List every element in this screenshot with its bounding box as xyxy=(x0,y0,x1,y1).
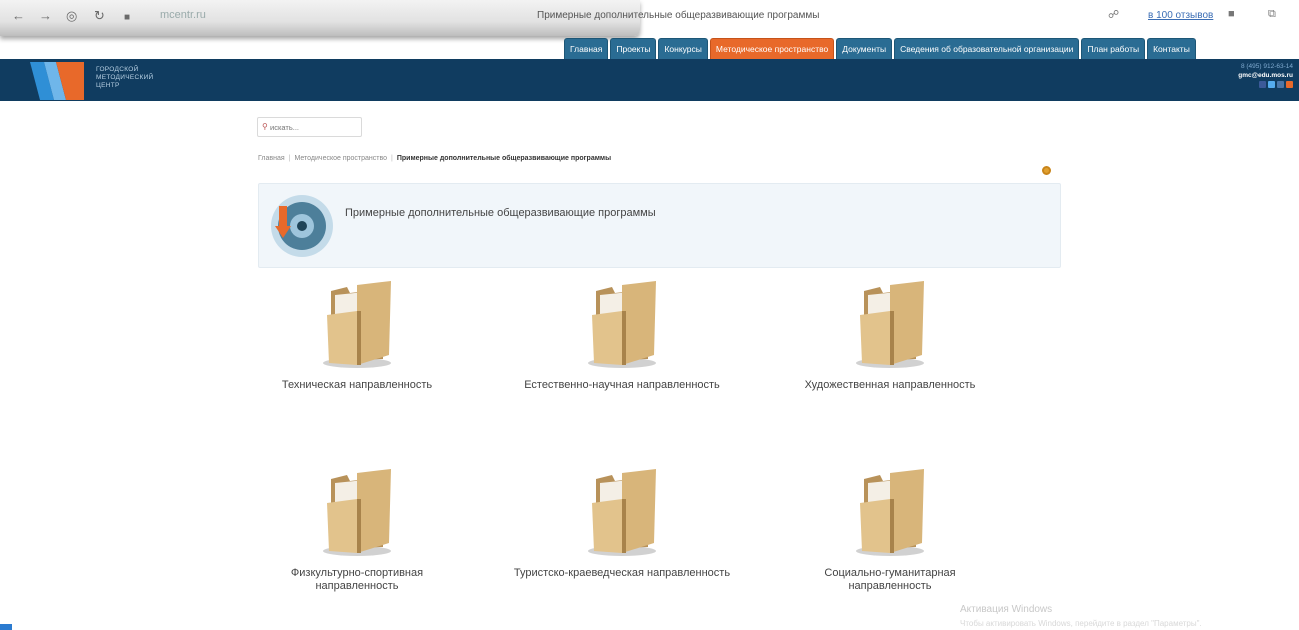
header-contacts: 8 (495) 912-63-14 gmc@edu.mos.ru xyxy=(1238,62,1293,88)
folder-label[interactable]: Естественно-научная направленность xyxy=(495,379,750,392)
folder-label[interactable]: Туристско-краеведческая направленность xyxy=(487,567,757,580)
settings-icon[interactable] xyxy=(1042,166,1051,175)
extension-icon[interactable]: ◎ xyxy=(66,8,77,24)
windows-activation-subtitle: Чтобы активировать Windows, перейдите в … xyxy=(960,619,1202,628)
reload-icon[interactable]: ↻ xyxy=(94,8,105,24)
downloads-icon[interactable]: ⧉ xyxy=(1268,8,1276,21)
folder-label[interactable]: Физкультурно-спортивная направленность xyxy=(270,567,445,593)
main-menu: Главная Проекты Конкурсы Методическое прост… xyxy=(562,38,1196,59)
forward-icon[interactable]: → xyxy=(39,8,52,24)
menu-item-1[interactable]: Проекты xyxy=(610,38,657,59)
email-link[interactable]: gmc@edu.mos.ru xyxy=(1238,71,1293,80)
page-title: Примерные дополнительные общеразвивающие… xyxy=(345,207,656,219)
folder-label[interactable]: Художественная направленность xyxy=(780,379,1000,392)
address-bar[interactable]: mcentr.ru xyxy=(160,9,206,21)
folder-item[interactable]: Техническая направленность xyxy=(270,281,445,392)
folder-icon xyxy=(790,469,990,557)
folder-icon xyxy=(487,469,757,557)
breadcrumb-current: Примерные дополнительные общеразвивающие… xyxy=(396,155,612,162)
browser-chrome: ← → ◎ ↻ ■ mcentr.ru Примерные дополнител… xyxy=(0,0,1299,36)
menu-item-6[interactable]: План работы xyxy=(1081,38,1146,59)
vk-icon[interactable] xyxy=(1277,81,1284,88)
page-tab-title: Примерные дополнительные общеразвивающие… xyxy=(537,10,820,21)
folder-icon xyxy=(270,281,445,369)
folder-item[interactable]: Художественная направленность xyxy=(780,281,1000,392)
windows-activation-title: Активация Windows xyxy=(960,604,1053,615)
breadcrumb-home[interactable]: Главная xyxy=(258,155,285,162)
breadcrumb: Главная | Методическое пространство | Пример… xyxy=(258,155,612,162)
folder-item[interactable]: Естественно-научная направленность xyxy=(495,281,750,392)
breadcrumb-method-space[interactable]: Методическое пространство xyxy=(294,155,387,162)
menu-item-0[interactable]: Главная xyxy=(564,38,609,59)
category-header xyxy=(258,183,1061,268)
folder-label[interactable]: Социально-гуманитарная направленность xyxy=(790,567,990,593)
search-icon: ⚲ xyxy=(262,122,268,131)
search-box: ⚲ xyxy=(257,117,362,137)
folder-item[interactable]: Социально-гуманитарная направленность xyxy=(790,469,990,593)
folder-icon xyxy=(780,281,1000,369)
folder-icon xyxy=(270,469,445,557)
category-disc-icon xyxy=(271,195,333,257)
folder-item[interactable]: Туристско-краеведческая направленность xyxy=(487,469,757,580)
site-header xyxy=(0,59,1299,101)
taskbar-edge xyxy=(0,624,12,630)
twitter-icon[interactable] xyxy=(1268,81,1275,88)
reviews-link[interactable]: в 100 отзывов xyxy=(1148,10,1213,21)
folder-label[interactable]: Техническая направленность xyxy=(270,379,445,392)
folder-icon xyxy=(495,281,750,369)
bookmark-icon[interactable]: ■ xyxy=(1228,8,1235,20)
back-icon[interactable]: ← xyxy=(12,8,25,24)
rss-icon[interactable] xyxy=(1286,81,1293,88)
folder-item[interactable]: Физкультурно-спортивная направленность xyxy=(270,469,445,593)
lock-icon: ■ xyxy=(124,12,131,23)
site-logo-icon[interactable] xyxy=(30,62,84,100)
menu-item-7[interactable]: Контакты xyxy=(1147,38,1196,59)
menu-item-3[interactable]: Методическое пространство xyxy=(709,38,835,59)
social-links xyxy=(1238,81,1293,88)
phone-number: 8 (495) 912-63-14 xyxy=(1240,63,1293,70)
site-logo-text: ГОРОДСКОЙ МЕТОДИЧЕСКИЙ ЦЕНТР xyxy=(96,66,154,89)
facebook-icon[interactable] xyxy=(1259,81,1266,88)
menu-item-2[interactable]: Конкурсы xyxy=(658,38,708,59)
translate-icon[interactable]: ☍ xyxy=(1108,8,1119,21)
search-input[interactable] xyxy=(270,120,358,135)
menu-item-5[interactable]: Сведения об образовательной организации xyxy=(894,38,1080,59)
menu-item-4[interactable]: Документы xyxy=(836,38,893,59)
